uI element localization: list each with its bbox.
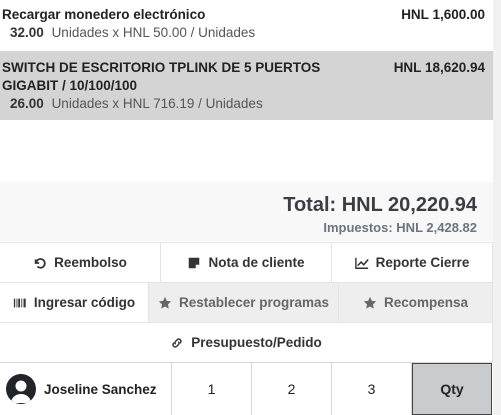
order-total: Total: HNL 20,220.94 (283, 194, 477, 216)
order-taxes: Impuestos: HNL 2,428.82 (323, 220, 477, 235)
order-line-quantity: 26.00 (10, 96, 44, 111)
order-line-info: 26.00 Unidades x HNL 716.19 / Unidades (2, 95, 485, 112)
reward-label: Recompensa (383, 295, 469, 310)
numpad-key-1[interactable]: 1 (172, 363, 252, 415)
barcode-icon (13, 298, 26, 307)
star-icon (158, 296, 172, 309)
star-icon (363, 296, 377, 309)
control-buttons-row-3: Presupuesto/Pedido (0, 322, 493, 362)
quote-order-label: Presupuesto/Pedido (191, 335, 322, 350)
link-icon (172, 337, 182, 348)
user-icon (11, 380, 31, 403)
reward-button[interactable]: Recompensa (339, 282, 493, 322)
order-summary: Total: HNL 20,220.94 Impuestos: HNL 2,42… (0, 182, 493, 241)
refund-button[interactable]: Reembolso (0, 242, 161, 282)
numpad-key-2[interactable]: 2 (252, 363, 332, 415)
customer-button[interactable]: Joseline Sanchez (0, 363, 172, 415)
close-report-label: Reporte Cierre (375, 255, 470, 270)
enter-code-button[interactable]: Ingresar código (0, 282, 149, 322)
note-icon (189, 257, 200, 268)
customer-note-button[interactable]: Nota de cliente (161, 242, 332, 282)
numpad-mode-qty[interactable]: Qty (412, 363, 492, 415)
order-line-price: HNL 1,600.00 (401, 7, 485, 22)
customer-note-label: Nota de cliente (208, 255, 305, 270)
customer-name: Joseline Sanchez (44, 381, 157, 397)
order-line-quantity: 32.00 (10, 25, 44, 40)
order-lines: Recargar monedero electrónico HNL 1,600.… (0, 0, 493, 182)
order-line-unit-info: Unidades x HNL 50.00 / Unidades (51, 25, 256, 40)
enter-code-label: Ingresar código (33, 295, 136, 310)
close-report-button[interactable]: Reporte Cierre (332, 242, 493, 282)
order-line-unit-info: Unidades x HNL 716.19 / Unidades (51, 96, 263, 111)
control-buttons-row-2: Ingresar código Restablecer programas Re… (0, 282, 493, 322)
refund-label: Reembolso (54, 255, 127, 270)
avatar (6, 374, 36, 404)
line-chart-icon (354, 257, 369, 269)
undo-icon (34, 257, 46, 269)
order-line[interactable]: Recargar monedero electrónico HNL 1,600.… (0, 0, 493, 45)
control-buttons-row-1: Reembolso Nota de cliente Reporte Cierre (0, 242, 493, 282)
scrollbar[interactable] (493, 0, 501, 415)
reset-programs-label: Restablecer programas (178, 295, 330, 310)
quote-order-button[interactable]: Presupuesto/Pedido (0, 322, 493, 362)
actionpad-row: Joseline Sanchez 1 2 3 Qty (0, 362, 493, 415)
numpad-key-3[interactable]: 3 (332, 363, 412, 415)
reset-programs-button[interactable]: Restablecer programas (149, 282, 339, 322)
order-line-price: HNL 18,620.94 (393, 60, 485, 75)
order-line-info: 32.00 Unidades x HNL 50.00 / Unidades (2, 24, 485, 41)
order-line-selected[interactable]: SWITCH DE ESCRITORIO TPLINK DE 5 PUERTOS… (0, 51, 493, 120)
